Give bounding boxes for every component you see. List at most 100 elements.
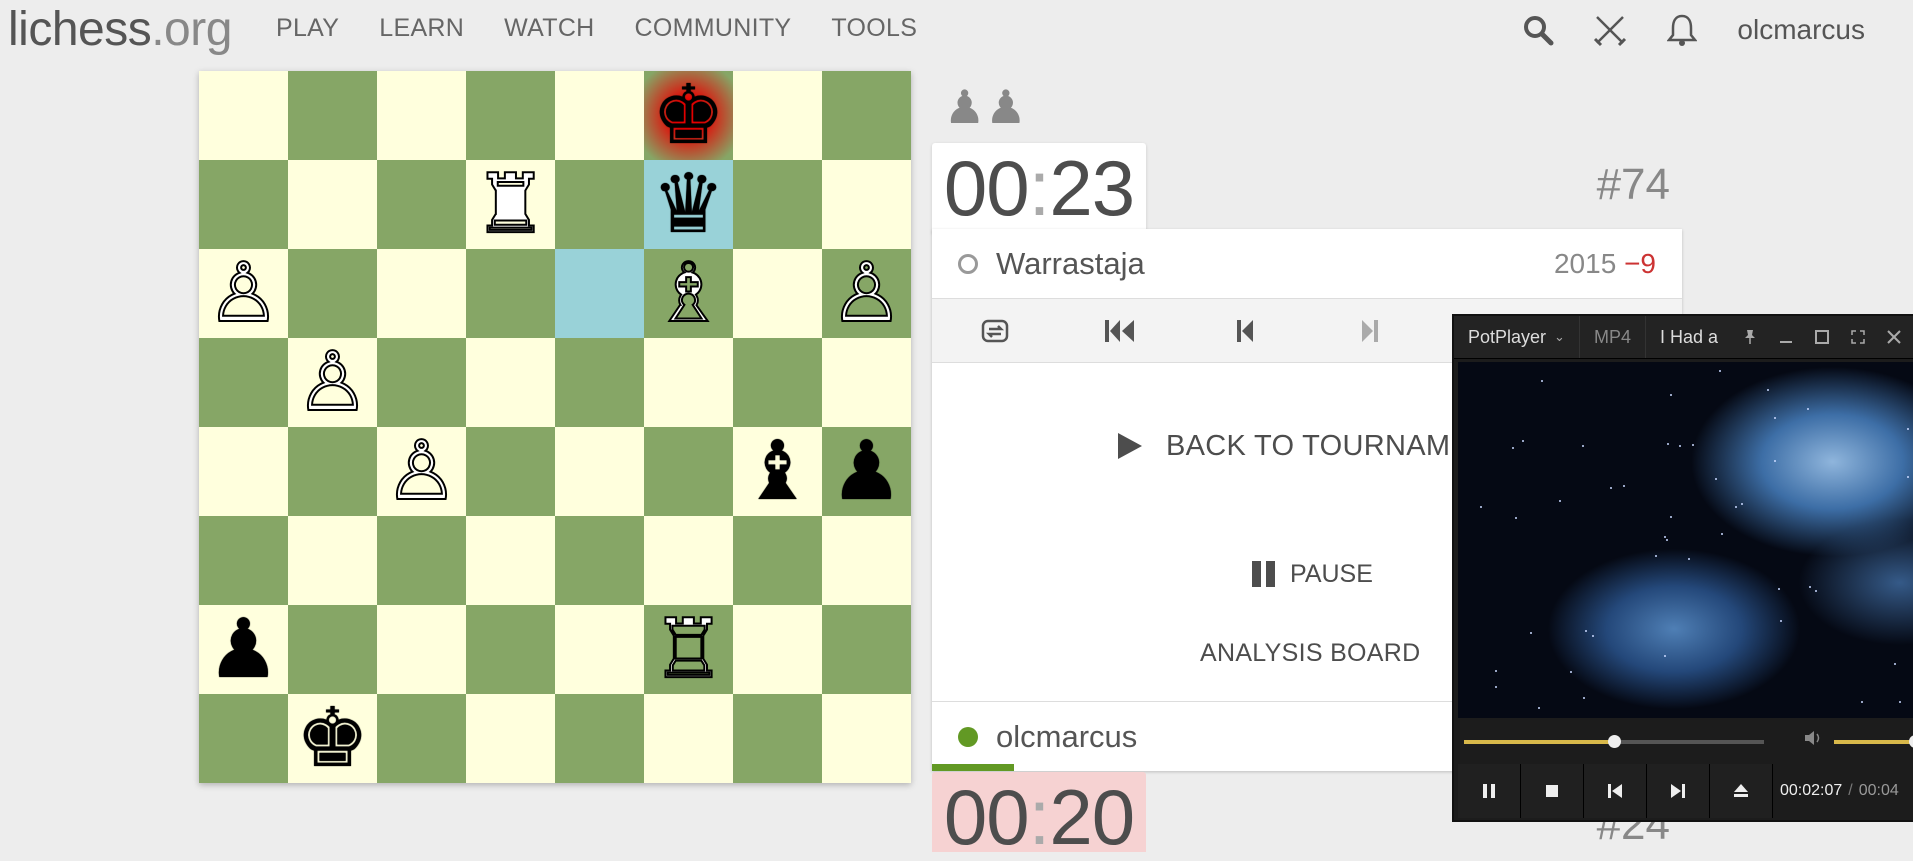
square-f4[interactable] [644,427,733,516]
user-menu[interactable]: olcmarcus [1737,14,1865,46]
square-d6[interactable] [466,249,555,338]
next-icon[interactable] [1647,764,1710,818]
square-e2[interactable] [555,605,644,694]
pause-icon[interactable] [1458,764,1521,818]
search-icon[interactable] [1521,13,1555,47]
bell-icon[interactable] [1665,13,1699,47]
square-f2[interactable]: ♖ [644,605,733,694]
square-a7[interactable] [199,160,288,249]
back-to-tournament-button[interactable]: BACK TO TOURNAM [1112,429,1450,463]
square-a2[interactable]: ♟ [199,605,288,694]
square-h2[interactable] [822,605,911,694]
stop-icon[interactable] [1521,764,1584,818]
minimize-icon[interactable] [1768,330,1804,344]
flip-board-icon[interactable] [932,317,1057,345]
square-e5[interactable] [555,338,644,427]
square-d1[interactable] [466,694,555,783]
square-c1[interactable] [377,694,466,783]
square-h5[interactable] [822,338,911,427]
nav-play[interactable]: PLAY [276,14,339,43]
square-f3[interactable] [644,516,733,605]
chess-board[interactable]: ♚ ♜ ♛ ♙ ♗ ♙ ♙ ♙ ♝ ♟ ♟ ♖ ♚ [199,71,911,783]
square-c3[interactable] [377,516,466,605]
chess-piece[interactable]: ♙ [384,429,460,513]
square-a6[interactable]: ♙ [199,249,288,338]
square-g2[interactable] [733,605,822,694]
analysis-board-button[interactable]: ANALYSIS BOARD [1200,639,1420,668]
square-g5[interactable] [733,338,822,427]
square-c7[interactable] [377,160,466,249]
square-d3[interactable] [466,516,555,605]
nav-watch[interactable]: WATCH [504,14,594,43]
square-f6[interactable]: ♗ [644,249,733,338]
chess-piece[interactable]: ♖ [651,607,727,691]
square-b4[interactable] [288,427,377,516]
chess-piece[interactable]: ♚ [652,74,726,157]
crossed-swords-icon[interactable] [1593,13,1627,47]
square-e1[interactable] [555,694,644,783]
square-h3[interactable] [822,516,911,605]
square-c8[interactable] [377,71,466,160]
volume-knob[interactable] [1909,735,1913,748]
chess-piece[interactable]: ♙ [206,251,282,335]
square-a8[interactable] [199,71,288,160]
square-g3[interactable] [733,516,822,605]
nav-learn[interactable]: LEARN [379,14,464,43]
potplayer-menu[interactable]: PotPlayer ⌄ [1454,316,1580,358]
first-move-icon[interactable] [1057,319,1182,343]
chess-piece[interactable]: ♜ [473,162,549,246]
opponent-name[interactable]: Warrastaja [996,246,1145,282]
square-d2[interactable] [466,605,555,694]
pin-icon[interactable] [1732,329,1768,345]
square-g6[interactable] [733,249,822,338]
square-b6[interactable] [288,249,377,338]
square-a1[interactable] [199,694,288,783]
square-f1[interactable] [644,694,733,783]
volume-bar[interactable] [1834,735,1913,748]
square-f7[interactable]: ♛ [644,160,733,249]
pause-button[interactable]: PAUSE [1250,559,1373,589]
potplayer-window[interactable]: PotPlayer ⌄ MP4 I Had a 00:02:07/00:04 [1452,314,1913,822]
next-move-icon[interactable] [1307,319,1432,343]
square-b2[interactable] [288,605,377,694]
square-d5[interactable] [466,338,555,427]
video-frame[interactable] [1458,362,1913,718]
square-f5[interactable] [644,338,733,427]
square-e3[interactable] [555,516,644,605]
square-h4[interactable]: ♟ [822,427,911,516]
square-b3[interactable] [288,516,377,605]
square-b5[interactable]: ♙ [288,338,377,427]
player-name[interactable]: olcmarcus [996,719,1137,755]
square-d8[interactable] [466,71,555,160]
square-e4[interactable] [555,427,644,516]
square-d4[interactable] [466,427,555,516]
square-a3[interactable] [199,516,288,605]
prev-move-icon[interactable] [1182,319,1307,343]
close-icon[interactable] [1876,330,1912,344]
chess-piece[interactable]: ♟ [207,608,281,691]
speaker-icon[interactable] [1804,730,1822,751]
potplayer-titlebar[interactable]: PotPlayer ⌄ MP4 I Had a [1454,316,1913,359]
eject-icon[interactable] [1710,764,1773,818]
square-d7[interactable]: ♜ [466,160,555,249]
chess-piece[interactable]: ♙ [829,251,905,335]
seek-bar[interactable] [1464,735,1764,748]
nav-tools[interactable]: TOOLS [831,14,917,43]
seek-knob[interactable] [1608,735,1621,748]
chess-piece[interactable]: ♝ [741,430,815,513]
site-logo[interactable]: lichess.org [8,2,232,57]
square-e6[interactable] [555,249,644,338]
previous-icon[interactable] [1584,764,1647,818]
chess-piece[interactable]: ♙ [295,340,371,424]
square-h1[interactable] [822,694,911,783]
square-e7[interactable] [555,160,644,249]
square-a4[interactable] [199,427,288,516]
chess-piece[interactable]: ♗ [651,251,727,335]
square-a5[interactable] [199,338,288,427]
square-b7[interactable] [288,160,377,249]
nav-community[interactable]: COMMUNITY [635,14,792,43]
square-g7[interactable] [733,160,822,249]
square-c5[interactable] [377,338,466,427]
chess-piece[interactable]: ♛ [652,163,726,246]
square-h7[interactable] [822,160,911,249]
